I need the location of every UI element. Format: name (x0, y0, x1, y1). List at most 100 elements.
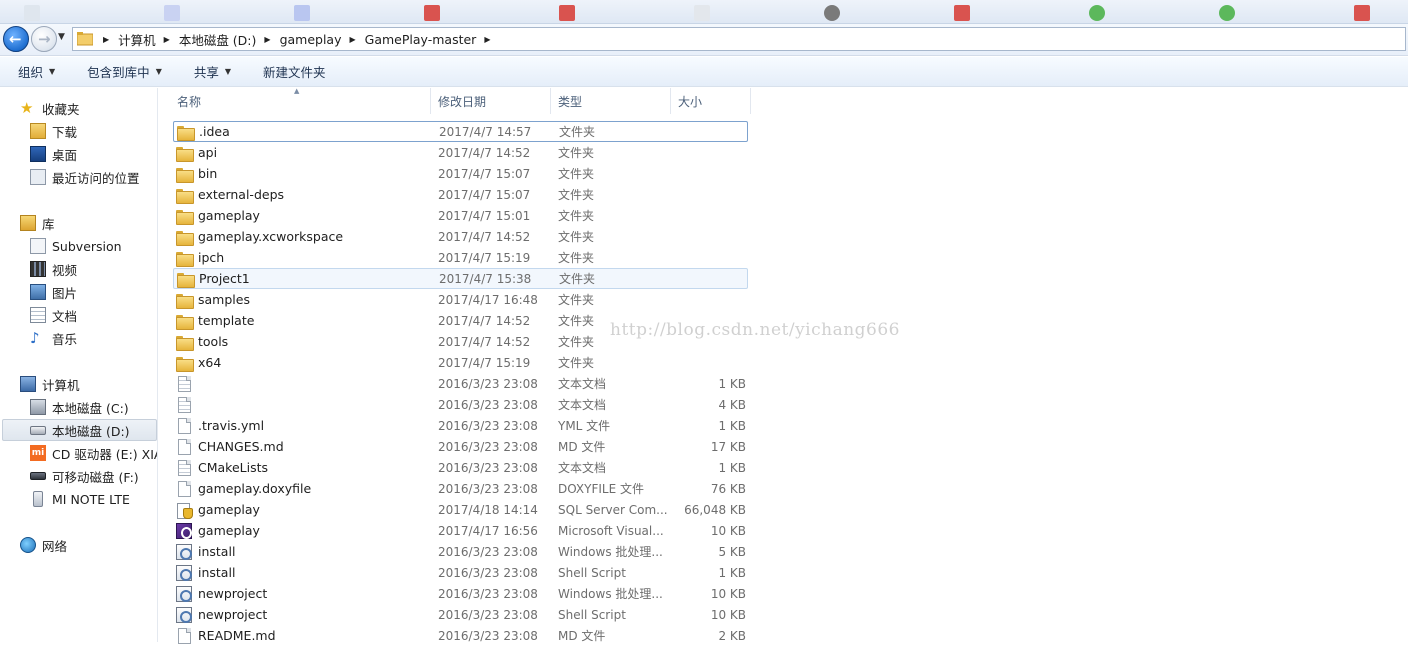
sidebar-item-network[interactable]: 网络 (20, 534, 67, 556)
file-row[interactable]: install 2016/3/23 23:08 Shell Script 1 KB (173, 562, 748, 583)
file-row[interactable]: newproject 2016/3/23 23:08 Windows 批处理... 1… (173, 583, 748, 604)
sidebar-item-desktop[interactable]: 桌面 (30, 143, 77, 165)
file-type: 文本文档 (558, 377, 607, 391)
file-modified-date: 2017/4/7 14:52 (438, 334, 531, 349)
sidebar-item-favorites[interactable]: ★ 收藏夹 (20, 97, 80, 119)
breadcrumb-computer[interactable]: 计算机 ▶ (118, 30, 179, 49)
file-name-cell: template (173, 313, 437, 330)
downloads-icon (30, 123, 46, 139)
file-row[interactable]: install 2016/3/23 23:08 Windows 批处理... 5 KB (173, 541, 748, 562)
file-row[interactable]: 2016/3/23 23:08 文本文档 4 KB (173, 394, 748, 415)
sidebar-item-subversion[interactable]: Subversion (30, 235, 122, 257)
file-name-cell: gameplay.doxyfile (173, 480, 437, 497)
sidebar-item-drive-e[interactable]: mi CD 驱动器 (E:) XIAOMI (30, 442, 157, 464)
window-tab[interactable] (420, 3, 440, 23)
sidebar-item-drive-d[interactable]: 本地磁盘 (D:) (2, 419, 157, 441)
window-tab[interactable] (950, 3, 970, 23)
file-row[interactable]: CHANGES.md 2016/3/23 23:08 MD 文件 17 KB (173, 436, 748, 457)
file-row[interactable]: 2016/3/23 23:08 文本文档 1 KB (173, 373, 748, 394)
file-row[interactable]: gameplay.doxyfile 2016/3/23 23:08 DOXYFILE… (173, 478, 748, 499)
file-size: 66,048 KB (684, 502, 746, 517)
window-tab[interactable] (160, 3, 180, 23)
document-icon (30, 307, 46, 323)
desktop-icon (30, 146, 46, 162)
sidebar-item-documents[interactable]: 文档 (30, 304, 77, 326)
file-row[interactable]: Project1 2017/4/7 15:38 文件夹 (173, 268, 748, 289)
file-name: api (198, 145, 218, 160)
file-row[interactable]: samples 2017/4/17 16:48 文件夹 (173, 289, 748, 310)
sidebar-item-device[interactable]: MI NOTE LTE (30, 488, 130, 510)
sidebar-item-drive-f[interactable]: 可移动磁盘 (F:) (30, 465, 139, 487)
file-row[interactable]: api 2017/4/7 14:52 文件夹 (173, 142, 748, 163)
sidebar-item-videos[interactable]: 视频 (30, 258, 77, 280)
include-in-library-button[interactable]: 包含到库中 ▼ (87, 62, 176, 81)
breadcrumb-drive-d[interactable]: 本地磁盘 (D:) ▶ (179, 30, 280, 49)
recent-pages-dropdown[interactable]: ▼ (58, 32, 65, 42)
folder-icon (77, 32, 93, 46)
address-bar[interactable]: ▶ 计算机 ▶ 本地磁盘 (D:) ▶ gameplay ▶ GamePlay-mas… (72, 27, 1406, 51)
window-tab[interactable] (20, 3, 40, 23)
file-name: gameplay.xcworkspace (198, 229, 344, 244)
network-globe-icon (20, 537, 36, 553)
sidebar-item-recent[interactable]: 最近访问的位置 (30, 166, 140, 188)
file-row[interactable]: newproject 2016/3/23 23:08 Shell Script 10 … (173, 604, 748, 625)
share-button[interactable]: 共享 ▼ (194, 62, 245, 81)
column-header-date[interactable]: 修改日期 (431, 88, 551, 114)
new-folder-button[interactable]: 新建文件夹 (263, 62, 340, 81)
file-row[interactable]: gameplay.xcworkspace 2017/4/7 14:52 文件夹 (173, 226, 748, 247)
column-header-size[interactable]: 大小 (671, 88, 751, 114)
file-row[interactable]: README.md 2016/3/23 23:08 MD 文件 2 KB (173, 625, 748, 646)
sidebar-item-computer[interactable]: 计算机 (20, 373, 80, 395)
file-row[interactable]: CMakeLists 2016/3/23 23:08 文本文档 1 KB (173, 457, 748, 478)
window-tab[interactable] (1215, 3, 1235, 23)
window-tab[interactable] (690, 3, 710, 23)
organize-button[interactable]: 组织 ▼ (18, 62, 69, 81)
window-tab[interactable] (555, 3, 575, 23)
window-tab[interactable] (1350, 3, 1370, 23)
sidebar-item-libraries[interactable]: 库 (20, 212, 55, 234)
file-row[interactable]: gameplay 2017/4/18 14:14 SQL Server Com...… (173, 499, 748, 520)
file-name: ipch (198, 250, 225, 265)
sidebar-item-downloads[interactable]: 下载 (30, 120, 77, 142)
file-row[interactable]: .travis.yml 2016/3/23 23:08 YML 文件 1 KB (173, 415, 748, 436)
file-type: 文件夹 (558, 293, 595, 307)
window-tab[interactable] (290, 3, 310, 23)
file-name: template (198, 313, 255, 328)
file-size: 4 KB (718, 397, 746, 412)
file-type: Shell Script (558, 607, 626, 622)
file-name-cell: install (173, 543, 437, 560)
window-tab[interactable] (1085, 3, 1105, 23)
file-row[interactable]: gameplay 2017/4/7 15:01 文件夹 (173, 205, 748, 226)
back-button[interactable]: ← (3, 26, 29, 52)
column-header-type[interactable]: 类型 (551, 88, 671, 114)
file-row[interactable]: .idea 2017/4/7 14:57 文件夹 (173, 121, 748, 142)
breadcrumb-gameplay[interactable]: gameplay ▶ (280, 32, 365, 47)
file-row[interactable]: bin 2017/4/7 15:07 文件夹 (173, 163, 748, 184)
sidebar-item-pictures[interactable]: 图片 (30, 281, 77, 303)
breadcrumb-separator[interactable]: ▶ (95, 35, 118, 44)
file-name-cell: tools (173, 334, 437, 351)
file-row[interactable]: gameplay 2017/4/17 16:56 Microsoft Visual.… (173, 520, 748, 541)
folder-icon (176, 314, 194, 330)
file-name: install (198, 565, 236, 580)
sidebar-item-music[interactable]: ♪ 音乐 (30, 327, 77, 349)
file-row[interactable]: x64 2017/4/7 15:19 文件夹 (173, 352, 748, 373)
sidebar-item-drive-c[interactable]: 本地磁盘 (C:) (30, 396, 129, 418)
forward-button[interactable]: → (31, 26, 57, 52)
column-header-name[interactable]: ▲ 名称 (170, 87, 431, 114)
file-name-cell: Project1 (174, 271, 438, 288)
file-type: MD 文件 (558, 440, 606, 454)
script-icon (176, 585, 192, 602)
column-header-bar: ▲ 名称 修改日期 类型 大小 (170, 87, 751, 114)
file-name-cell: newproject (173, 585, 437, 602)
file-row[interactable]: ipch 2017/4/7 15:19 文件夹 (173, 247, 748, 268)
text-document-icon (178, 375, 191, 392)
file-name: newproject (198, 586, 268, 601)
window-tab[interactable] (820, 3, 840, 23)
file-row[interactable]: external-deps 2017/4/7 15:07 文件夹 (173, 184, 748, 205)
breadcrumb-gameplay-master[interactable]: GamePlay-master ▶ (365, 32, 500, 47)
file-type: MD 文件 (558, 629, 606, 643)
file-icon (178, 627, 191, 644)
file-modified-date: 2016/3/23 23:08 (438, 544, 538, 559)
file-modified-date: 2017/4/7 15:38 (439, 271, 532, 286)
